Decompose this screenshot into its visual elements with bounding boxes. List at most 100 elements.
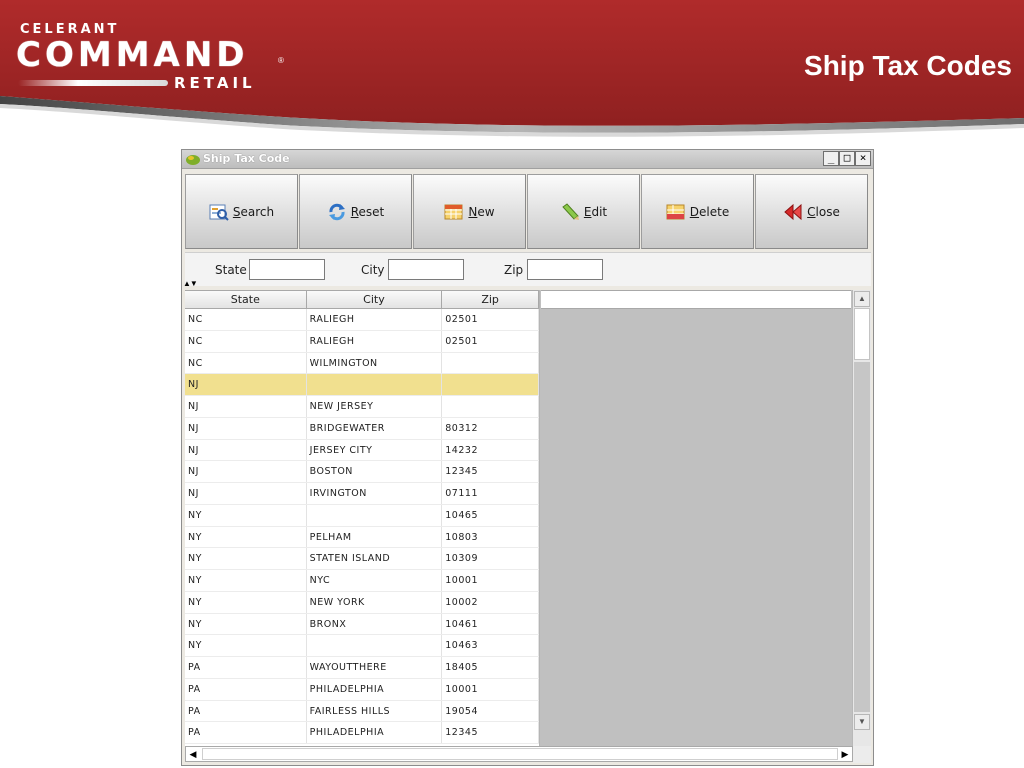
zip-cell: 07111 [442, 483, 539, 504]
maximize-button[interactable]: □ [839, 151, 855, 166]
table-row[interactable]: PA PHILADELPHIA 12345 [185, 722, 539, 744]
table-row[interactable]: NJ IRVINGTON 07111 [185, 483, 539, 505]
delete-label: Delete [689, 204, 730, 219]
city-cell [307, 504, 443, 526]
scroll-left-icon[interactable]: ◀ [186, 747, 200, 761]
table-row[interactable]: PA WAYOUTTHERE 18405 [185, 657, 539, 679]
scroll-down-icon[interactable]: ▼ [854, 714, 870, 730]
table-row[interactable]: NY NEW YORK 10002 [185, 591, 539, 614]
horizontal-scrollbar[interactable]: ◀ ▶ [185, 746, 853, 762]
table-row[interactable]: NJ NEW JERSEY [185, 396, 539, 418]
logo-swoosh [18, 80, 168, 86]
new-label: New [468, 204, 495, 219]
zip-cell: 10461 [442, 613, 539, 635]
state-cell: NJ [185, 396, 307, 417]
table-row[interactable]: NC RALIEGH 02501 [185, 309, 539, 331]
city-cell: IRVINGTON [307, 483, 443, 504]
zip-cell: 12345 [442, 461, 539, 482]
scrollbar-corner [853, 746, 871, 763]
table-row[interactable]: NJ [185, 374, 539, 396]
city-cell: JERSEY CITY [307, 439, 443, 461]
city-cell: BOSTON [307, 461, 443, 482]
city-cell [307, 635, 443, 656]
horizontal-scroll-thumb[interactable] [202, 748, 838, 760]
delete-record-icon [666, 204, 685, 219]
search-button[interactable]: Search [185, 174, 298, 249]
city-cell [307, 374, 443, 395]
search-label: Search [232, 204, 275, 219]
city-cell: BRONX [307, 613, 443, 635]
zip-cell: 80312 [442, 417, 539, 439]
state-cell: NJ [185, 374, 307, 395]
window-title: Ship Tax Code [203, 152, 290, 165]
window-controls: _ □ × [823, 151, 871, 166]
state-cell: NY [185, 591, 307, 613]
state-cell: NY [185, 504, 307, 526]
close-window-button[interactable]: × [855, 151, 871, 166]
table-row[interactable]: NY NYC 10001 [185, 570, 539, 592]
scroll-right-icon[interactable]: ▶ [838, 747, 852, 761]
zip-filter-input[interactable] [527, 259, 603, 280]
city-cell: BRIDGEWATER [307, 417, 443, 439]
city-cell: PELHAM [307, 526, 443, 548]
edit-label: Edit [583, 204, 608, 219]
column-header-state[interactable]: State [185, 291, 307, 308]
zip-cell: 02501 [442, 309, 539, 330]
zip-cell: 10309 [442, 548, 539, 569]
zip-cell: 10001 [442, 678, 539, 700]
vertical-scrollbar[interactable]: ▲ ▼ [852, 290, 871, 748]
minimize-button[interactable]: _ [823, 151, 839, 166]
column-header-city[interactable]: City [307, 291, 443, 308]
table-row[interactable]: NY PELHAM 10803 [185, 526, 539, 549]
table-row[interactable]: NY BRONX 10461 [185, 613, 539, 636]
toolbar: Search Reset New Edit Delete Close [185, 174, 871, 250]
sort-arrows-icon[interactable]: ▲▼ [183, 279, 198, 288]
delete-button[interactable]: Delete [641, 174, 754, 249]
city-filter-input[interactable] [388, 259, 464, 280]
city-cell: PHILADELPHIA [307, 678, 443, 700]
zip-cell: 10803 [442, 526, 539, 548]
state-cell: NY [185, 526, 307, 548]
scroll-up-icon[interactable]: ▲ [854, 291, 870, 307]
table-row[interactable]: NY 10463 [185, 635, 539, 657]
state-cell: PA [185, 657, 307, 678]
state-cell: NJ [185, 483, 307, 504]
state-cell: NC [185, 309, 307, 330]
state-filter-label: State [215, 263, 247, 277]
state-cell: NJ [185, 461, 307, 482]
table-row[interactable]: NC WILMINGTON [185, 352, 539, 375]
city-cell: STATEN ISLAND [307, 548, 443, 569]
new-button[interactable]: New [413, 174, 526, 249]
state-cell: NY [185, 635, 307, 656]
table-row[interactable]: PA PHILADELPHIA 10001 [185, 678, 539, 701]
state-filter-input[interactable] [249, 259, 325, 280]
new-record-icon [444, 204, 463, 219]
city-cell: WAYOUTTHERE [307, 657, 443, 678]
close-button[interactable]: Close [755, 174, 868, 249]
grid-table: State City Zip NC RALIEGH 02501 NC RALIEGH 02… [185, 290, 540, 746]
table-row[interactable]: NJ BOSTON 12345 [185, 461, 539, 483]
vertical-scroll-track[interactable] [854, 362, 870, 712]
reset-button[interactable]: Reset [299, 174, 412, 249]
vertical-scroll-thumb[interactable] [854, 308, 870, 360]
refresh-icon [328, 203, 345, 220]
table-row[interactable]: NY STATEN ISLAND 10309 [185, 548, 539, 570]
zip-cell: 02501 [442, 330, 539, 352]
edit-button[interactable]: Edit [527, 174, 640, 249]
zip-cell: 14232 [442, 439, 539, 461]
filter-bar: State City Zip [185, 252, 871, 286]
table-row[interactable]: NC RALIEGH 02501 [185, 330, 539, 353]
column-header-zip[interactable]: Zip [442, 291, 539, 308]
table-row[interactable]: NY 10465 [185, 504, 539, 527]
reset-label: Reset [350, 204, 385, 219]
state-cell: PA [185, 678, 307, 700]
table-row[interactable]: NJ BRIDGEWATER 80312 [185, 417, 539, 440]
table-row[interactable]: PA FAIRLESS HILLS 19054 [185, 700, 539, 723]
table-row[interactable]: NJ JERSEY CITY 14232 [185, 439, 539, 462]
window-titlebar[interactable]: Ship Tax Code _ □ × [182, 150, 873, 169]
zip-cell: 10463 [442, 635, 539, 656]
city-filter-label: City [361, 263, 385, 277]
logo-bottom-text: RETAIL [174, 74, 256, 92]
city-cell: NEW JERSEY [307, 396, 443, 417]
state-cell: NC [185, 352, 307, 374]
